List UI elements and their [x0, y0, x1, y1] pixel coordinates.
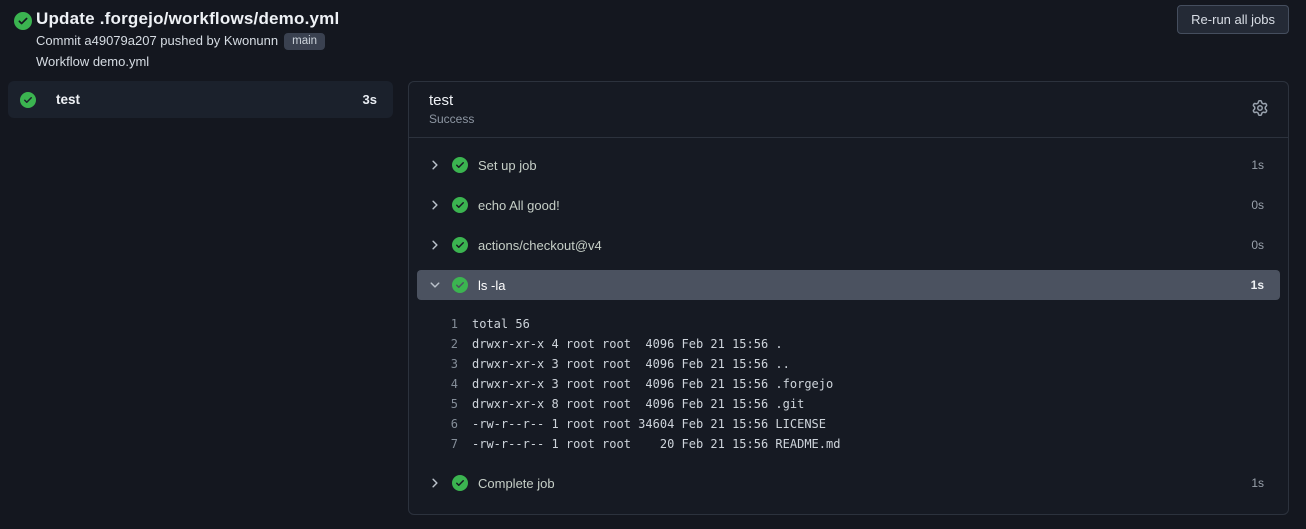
step-name: actions/checkout@v4	[478, 237, 602, 253]
step-row[interactable]: actions/checkout@v4 0s	[417, 225, 1280, 265]
job-duration: 3s	[362, 92, 377, 107]
step-name: Complete job	[478, 475, 555, 491]
log-line: 3 drwxr-xr-x 3 root root 4096 Feb 21 15:5…	[417, 354, 1280, 374]
run-header: Update .forgejo/workflows/demo.yml Commi…	[0, 0, 1306, 75]
run-header-text: Update .forgejo/workflows/demo.yml Commi…	[36, 9, 339, 69]
log-line: 4 drwxr-xr-x 3 root root 4096 Feb 21 15:5…	[417, 374, 1280, 394]
gear-icon[interactable]	[1252, 100, 1268, 116]
job-panel-title: test	[429, 92, 454, 109]
step-row[interactable]: Set up job 1s	[417, 145, 1280, 185]
step-duration: 0s	[1251, 198, 1264, 212]
log-line-number: 3	[450, 357, 458, 371]
chevron-right-icon	[429, 239, 445, 251]
chevron-right-icon	[429, 477, 445, 489]
job-list: test 3s	[8, 81, 393, 118]
log-line-text: drwxr-xr-x 3 root root 4096 Feb 21 15:56…	[472, 377, 834, 391]
log-line-text: drwxr-xr-x 8 root root 4096 Feb 21 15:56…	[472, 397, 805, 411]
check-circle-icon	[14, 12, 32, 34]
run-workflow-line: Workflow demo.yml	[36, 54, 150, 69]
step-duration: 1s	[1250, 278, 1264, 292]
log-line-text: drwxr-xr-x 3 root root 4096 Feb 21 15:56…	[472, 357, 790, 371]
log-line-text: -rw-r--r-- 1 root root 34604 Feb 21 15:5…	[472, 417, 827, 431]
step-duration: 0s	[1251, 238, 1264, 252]
job-item-test[interactable]: test 3s	[8, 81, 393, 118]
log-line: 6 -rw-r--r-- 1 root root 34604 Feb 21 15:…	[417, 414, 1280, 434]
log-line: 7 -rw-r--r-- 1 root root 20 Feb 21 15:56 …	[417, 434, 1280, 454]
log-line-text: -rw-r--r-- 1 root root 20 Feb 21 15:56 R…	[472, 437, 841, 451]
chevron-right-icon	[429, 159, 445, 171]
log-line-number: 4	[450, 377, 458, 391]
check-circle-icon	[452, 277, 468, 293]
step-name: echo All good!	[478, 197, 560, 213]
step-log-block: 1 total 56 2 drwxr-xr-x 4 root root 4096 Fe…	[417, 305, 1280, 463]
step-row[interactable]: Complete job 1s	[417, 463, 1280, 503]
log-line: 2 drwxr-xr-x 4 root root 4096 Feb 21 15:5…	[417, 334, 1280, 354]
step-name: Set up job	[478, 157, 537, 173]
log-line-number: 5	[450, 397, 458, 411]
log-line: 5 drwxr-xr-x 8 root root 4096 Feb 21 15:5…	[417, 394, 1280, 414]
job-panel-header: test Success	[409, 82, 1288, 138]
job-panel-status: Success	[429, 112, 475, 126]
run-status-icon-column	[14, 12, 36, 35]
check-circle-icon	[452, 157, 468, 173]
branch-badge[interactable]: main	[284, 33, 326, 50]
step-duration: 1s	[1251, 476, 1264, 490]
step-row[interactable]: ls -la 1s	[417, 270, 1280, 300]
job-panel: test Success Set up job 1s echo All good! 0…	[408, 81, 1289, 515]
log-line-number: 1	[450, 317, 458, 331]
run-title: Update .forgejo/workflows/demo.yml	[36, 9, 340, 28]
run-commit-line: Commit a49079a207 pushed by Kwonunn main	[36, 33, 339, 50]
check-circle-icon	[452, 197, 468, 213]
rerun-all-jobs-button[interactable]: Re-run all jobs	[1177, 5, 1289, 34]
check-circle-icon	[20, 91, 36, 108]
job-name: test	[56, 92, 81, 107]
log-line-number: 6	[450, 417, 458, 431]
check-circle-icon	[452, 237, 468, 253]
chevron-down-icon	[429, 279, 445, 291]
chevron-right-icon	[429, 199, 445, 211]
log-line-number: 2	[450, 337, 458, 351]
log-line-text: drwxr-xr-x 4 root root 4096 Feb 21 15:56…	[472, 337, 783, 351]
steps-list: Set up job 1s echo All good! 0s actions/chec…	[409, 138, 1288, 514]
commit-text: Commit a49079a207 pushed by Kwonunn	[36, 33, 279, 48]
log-line-number: 7	[450, 437, 458, 451]
step-duration: 1s	[1251, 158, 1264, 172]
log-line-text: total 56	[472, 317, 530, 331]
step-row[interactable]: echo All good! 0s	[417, 185, 1280, 225]
check-circle-icon	[452, 475, 468, 491]
step-name: ls -la	[478, 277, 506, 293]
run-layout: test 3s test Success Set up job 1s echo All…	[0, 75, 1306, 525]
log-line: 1 total 56	[417, 314, 1280, 334]
